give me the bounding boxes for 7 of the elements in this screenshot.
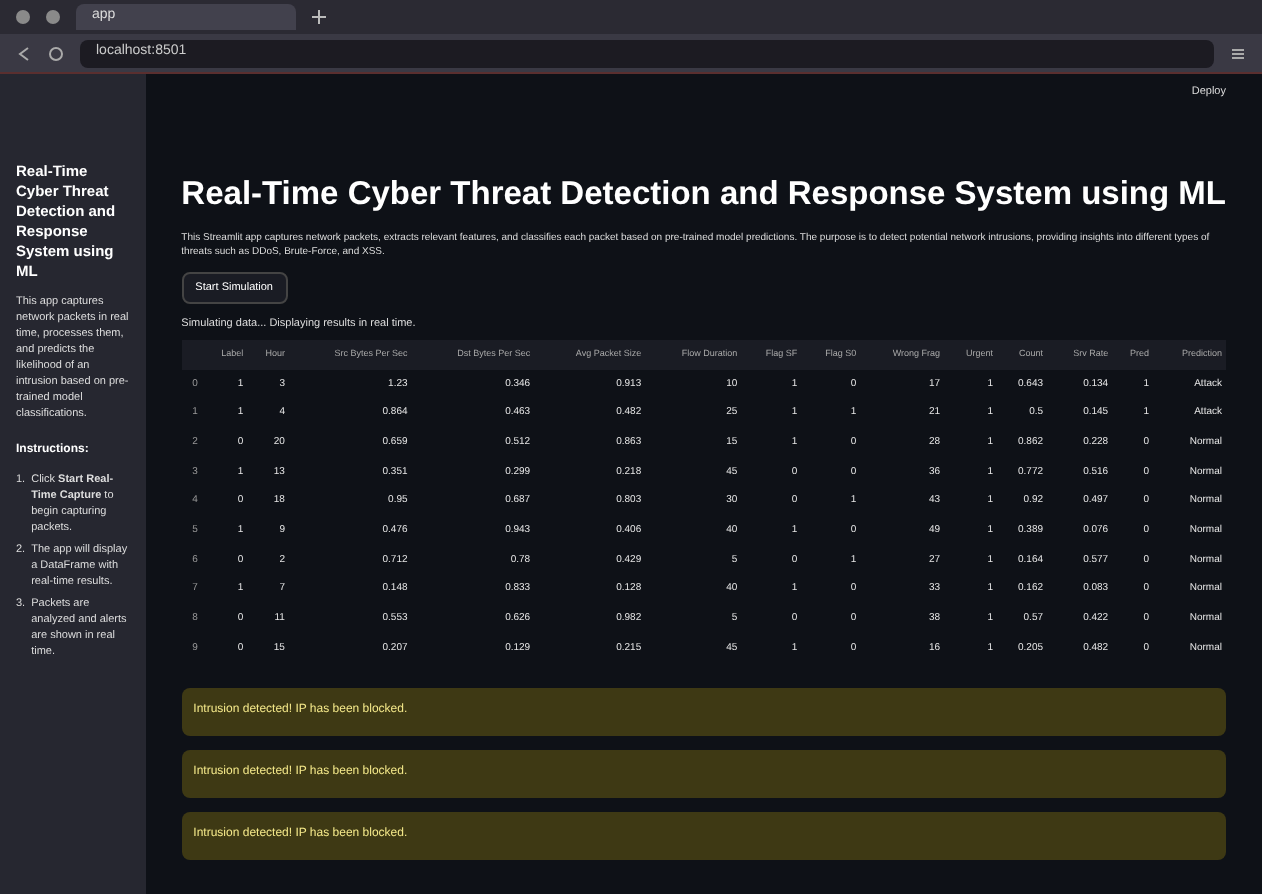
reload-icon[interactable] (48, 45, 64, 61)
window-control-icon[interactable] (16, 10, 30, 24)
page-title: Real-Time Cyber Threat Detection and Response System using ML (181, 174, 1226, 216)
new-tab-icon[interactable] (312, 10, 326, 24)
back-icon[interactable] (16, 45, 32, 61)
menu-icon[interactable] (1230, 45, 1246, 61)
window-control-icon[interactable] (46, 10, 60, 24)
